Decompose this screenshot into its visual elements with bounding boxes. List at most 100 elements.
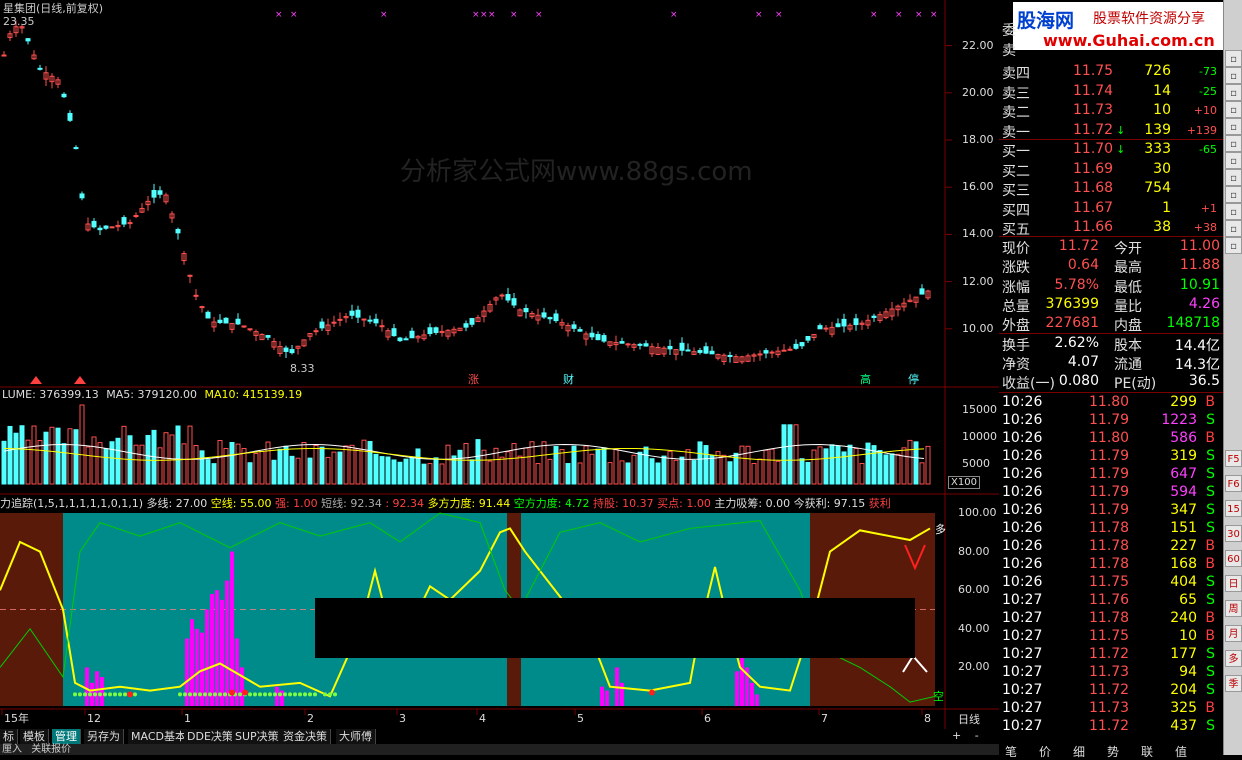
volume-bar xyxy=(535,463,541,485)
order-book-label: 卖 xyxy=(1002,43,1016,59)
candle xyxy=(169,211,175,223)
panel-tab[interactable]: 值 xyxy=(1175,743,1187,760)
period-button[interactable]: 60 xyxy=(1225,550,1242,567)
period-button[interactable]: 多 xyxy=(1225,650,1242,667)
volume-bar xyxy=(307,457,313,485)
volume-bar xyxy=(121,425,127,485)
toolbar-tab[interactable]: 模板 xyxy=(20,729,49,744)
order-book-row[interactable]: 买五 11.66 38 +38 xyxy=(999,218,1223,238)
panel-tab[interactable]: 细 xyxy=(1073,743,1085,760)
period-button[interactable]: 季 xyxy=(1225,675,1242,692)
candle xyxy=(433,326,439,335)
side-tool-icon[interactable]: ▫ xyxy=(1225,101,1242,118)
volume-unit: X100 xyxy=(948,476,980,489)
candle xyxy=(271,338,277,351)
fundamental-row: 收益(一) 0.080 PE(动) 36.5 xyxy=(1002,373,1220,392)
candle xyxy=(913,296,919,308)
chart-canvas[interactable]: 8.33 星集团(日线,前复权) 23.35 分析家公式网www.88gs.co… xyxy=(0,0,999,729)
candle xyxy=(313,328,319,336)
candle xyxy=(637,342,643,350)
side-tool-icon[interactable]: ▫ xyxy=(1225,135,1242,152)
panel-tab[interactable]: 势 xyxy=(1107,743,1119,760)
event-mark: 停 xyxy=(908,372,919,386)
volume-bar xyxy=(709,455,715,485)
toolbar-tab[interactable]: 标 xyxy=(0,729,18,744)
volume-bar xyxy=(583,445,589,485)
order-book-row[interactable]: 买四 11.67 1 +1 xyxy=(999,199,1223,219)
candle xyxy=(445,329,451,340)
side-tool-icon[interactable]: ▫ xyxy=(1225,118,1242,135)
side-tool-icon[interactable]: ▫ xyxy=(1225,237,1242,254)
toolbar-tab[interactable]: SUP决策 xyxy=(232,729,283,744)
order-book-row[interactable]: 卖三 11.74 14 -25 xyxy=(999,82,1223,102)
volume-bar xyxy=(811,449,817,485)
toolbar-tab[interactable]: 资金决策 xyxy=(280,729,331,744)
period-button[interactable]: 月 xyxy=(1225,625,1242,642)
toolbar-tab[interactable]: DDE决策 xyxy=(184,729,237,744)
period-button[interactable]: F5 xyxy=(1225,450,1242,467)
order-book-row[interactable]: 卖一 11.72 ↓ 139 +139 xyxy=(999,121,1223,141)
order-book-row[interactable]: 买二 11.69 30 xyxy=(999,160,1223,180)
candle xyxy=(145,195,151,211)
date-label: 6 xyxy=(704,712,711,725)
quote-row: 涨幅 5.78% 最低 10.91 xyxy=(1002,276,1220,296)
panel-tab[interactable]: 笔 xyxy=(1005,743,1017,760)
brand-banner[interactable]: 股海网 股票软件资源分享 www.Guhai.com.cn xyxy=(1013,2,1223,50)
period-button[interactable]: 30 xyxy=(1225,525,1242,542)
absorb-dot xyxy=(293,692,297,697)
volume-bar xyxy=(643,446,649,485)
volume-bar xyxy=(475,439,481,485)
zoom-out-button[interactable]: - xyxy=(975,729,979,742)
candle xyxy=(301,339,307,348)
toolbar-tab[interactable]: 大师傅 xyxy=(336,729,376,744)
price-axis-label: 20.00 xyxy=(962,85,994,99)
zoom-controls[interactable]: + - 0 xyxy=(948,729,998,755)
volume-bar xyxy=(133,444,139,485)
side-tool-icon[interactable]: ▫ xyxy=(1225,67,1242,84)
period-button[interactable]: 日 xyxy=(1225,575,1242,592)
side-tool-icon[interactable]: ▫ xyxy=(1225,186,1242,203)
period-button[interactable]: F6 xyxy=(1225,475,1242,492)
candle xyxy=(631,342,637,352)
candle xyxy=(835,318,841,328)
candle xyxy=(919,284,925,295)
candle xyxy=(889,302,895,321)
period-button[interactable]: 周 xyxy=(1225,600,1242,617)
panel-tab[interactable]: 价 xyxy=(1039,743,1051,760)
period-button[interactable]: 15 xyxy=(1225,500,1242,517)
panel-tab[interactable]: 联 xyxy=(1141,743,1153,760)
candle xyxy=(103,225,109,230)
volume-bar xyxy=(421,463,427,485)
side-tool-icon[interactable]: ▫ xyxy=(1225,169,1242,186)
volume-bar xyxy=(901,447,907,485)
signal-mark: × xyxy=(535,10,543,20)
side-tool-icon[interactable]: ▫ xyxy=(1225,220,1242,237)
toolbar-tab[interactable]: 管理 xyxy=(52,729,81,744)
volume-bar xyxy=(721,454,727,485)
volume-bar xyxy=(139,444,145,485)
order-book-row[interactable]: 买一 11.70 ↓ 333 -65 xyxy=(999,140,1223,160)
volume-bar xyxy=(85,446,91,485)
signal-mark: × xyxy=(895,10,903,20)
side-tool-icon[interactable]: ▫ xyxy=(1225,50,1242,67)
order-book-row[interactable]: 卖二 11.73 10 +10 xyxy=(999,101,1223,121)
indicator-bar xyxy=(240,667,244,706)
toolbar-tab[interactable]: 另存为 xyxy=(84,729,124,744)
candle xyxy=(853,313,859,331)
absorb-dot xyxy=(198,692,202,697)
candle xyxy=(1,51,7,57)
side-tool-icon[interactable]: ▫ xyxy=(1225,84,1242,101)
brand-slogan: 股票软件资源分享 xyxy=(1093,11,1205,27)
order-book-row[interactable]: 卖四 11.75 726 -73 xyxy=(999,62,1223,82)
tick-row: 10:26 11.79 347 S xyxy=(1002,502,1215,518)
toolbar-tab[interactable]: MACD基本 xyxy=(128,729,190,744)
candle xyxy=(865,314,871,330)
indicator-bar xyxy=(755,694,759,706)
side-tool-icon[interactable]: ▫ xyxy=(1225,203,1242,220)
zoom-in-button[interactable]: + xyxy=(952,729,961,742)
side-tool-icon[interactable]: ▫ xyxy=(1225,152,1242,169)
volume-bar xyxy=(409,457,415,485)
absorb-dot xyxy=(333,692,337,697)
order-book-row[interactable]: 买三 11.68 754 xyxy=(999,179,1223,199)
buy-dot xyxy=(242,689,248,696)
